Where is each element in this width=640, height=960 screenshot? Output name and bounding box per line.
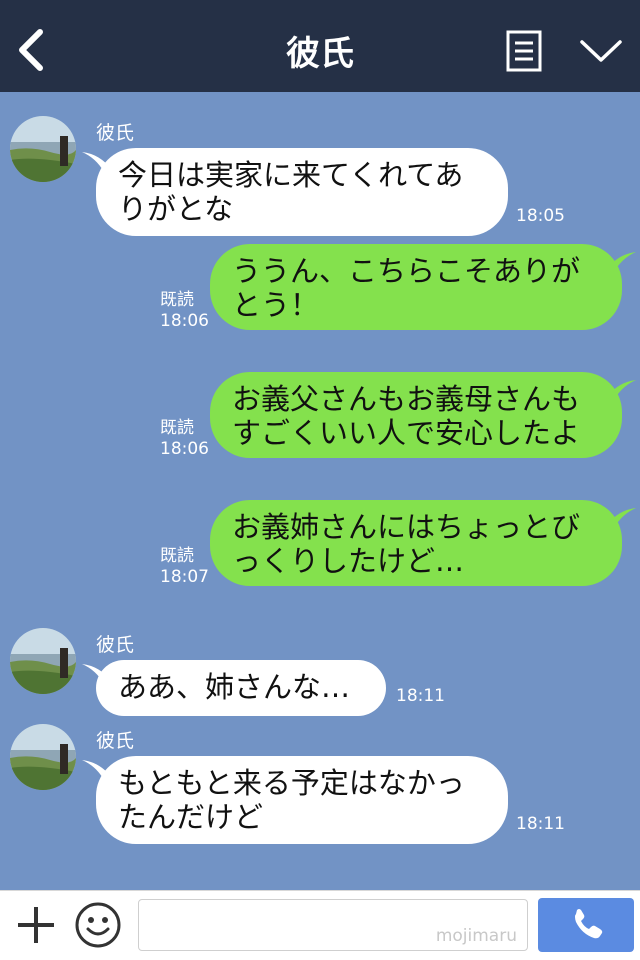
message-bubble[interactable]: お義父さんもお義母さんも すごくいい人で安心したよ [210, 372, 622, 458]
read-label: 既読 [160, 418, 194, 438]
message-time: 18:06 [160, 311, 209, 331]
message-bubble[interactable]: ううん、こちらこそありが とう！ [210, 244, 622, 330]
message-time: 18:06 [160, 439, 209, 459]
emoji-button[interactable] [74, 901, 122, 949]
message-text-line: とう！ [232, 288, 320, 322]
chevron-down-icon [580, 40, 622, 62]
bubble-tail [606, 380, 636, 400]
message-bubble[interactable]: お義姉さんにはちょっとび っくりしたけど… [210, 500, 622, 586]
read-label: 既読 [160, 290, 194, 310]
chat-area[interactable]: 彼氏 今日は実家に来てくれてあ りがとな 18:05 既読 18:06 ううん、… [0, 92, 640, 890]
avatar[interactable] [10, 628, 76, 694]
read-receipt: 既読 18:06 [160, 418, 209, 460]
bubble-tail [606, 508, 636, 528]
read-receipt: 既読 18:06 [160, 290, 209, 332]
read-label: 既読 [160, 546, 194, 566]
message-text-line: もともと来る予定はなかっ [118, 766, 465, 800]
phone-icon [575, 909, 603, 939]
list-icon [506, 30, 542, 72]
avatar[interactable] [10, 724, 76, 790]
landscape-avatar-icon [10, 116, 76, 182]
bubble-tail [606, 252, 636, 272]
dropdown-button[interactable] [578, 36, 624, 66]
message-time: 18:07 [160, 567, 209, 587]
landscape-avatar-icon [10, 628, 76, 694]
sender-name: 彼氏 [96, 634, 135, 656]
message-text-line: 今日は実家に来てくれてあ [118, 158, 464, 192]
message-bubble[interactable]: ああ、姉さんな… [96, 660, 386, 716]
message-text-line: お義父さんもお義母さんも [232, 382, 581, 416]
watermark-text: mojimaru [435, 926, 517, 946]
sender-name: 彼氏 [96, 730, 135, 752]
message-text-line: ううん、こちらこそありが [232, 254, 581, 288]
message-text-line: りがとな [118, 192, 234, 226]
input-bar: mojimaru [0, 890, 640, 960]
add-button[interactable] [14, 903, 58, 947]
call-button[interactable] [538, 898, 634, 952]
message-bubble[interactable]: もともと来る予定はなかっ たんだけど [96, 756, 508, 844]
message-time: 18:05 [516, 206, 565, 226]
message-text-line: お義姉さんにはちょっとび [232, 510, 581, 544]
chat-header: 彼氏 [0, 0, 640, 92]
message-text-line: たんだけど [118, 800, 264, 834]
message-time: 18:11 [396, 686, 445, 706]
avatar[interactable] [10, 116, 76, 182]
smiley-icon [75, 902, 121, 948]
message-input[interactable]: mojimaru [138, 899, 528, 951]
landscape-avatar-icon [10, 724, 76, 790]
message-text-line: ああ、姉さんな… [118, 670, 351, 704]
plus-icon [18, 907, 54, 943]
message-time: 18:11 [516, 814, 565, 834]
message-text-line: すごくいい人で安心したよ [232, 416, 581, 450]
read-receipt: 既読 18:07 [160, 546, 209, 588]
chat-title: 彼氏 [286, 34, 354, 74]
message-bubble[interactable]: 今日は実家に来てくれてあ りがとな [96, 148, 508, 236]
sender-name: 彼氏 [96, 122, 135, 144]
message-text-line: っくりしたけど… [232, 544, 465, 578]
menu-button[interactable] [506, 30, 542, 72]
